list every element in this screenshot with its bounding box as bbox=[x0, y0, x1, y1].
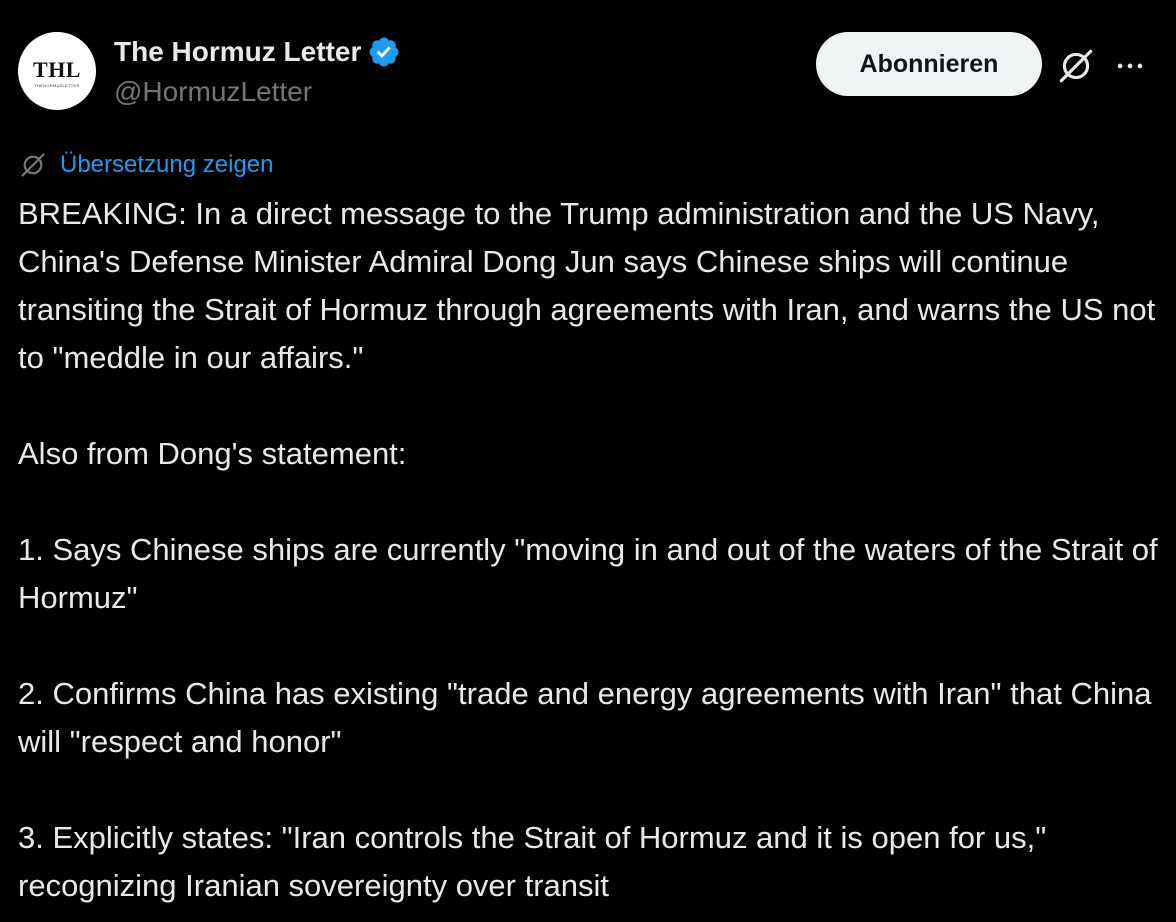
avatar[interactable]: THL THEHORMUZLETTER bbox=[18, 32, 96, 110]
author-handle[interactable]: @HormuzLetter bbox=[114, 72, 401, 112]
show-translation-link[interactable]: Übersetzung zeigen bbox=[18, 148, 273, 182]
avatar-logo-subtext: THEHORMUZLETTER bbox=[34, 82, 80, 88]
tweet-text: BREAKING: In a direct message to the Tru… bbox=[18, 190, 1158, 910]
grok-translate-icon bbox=[18, 150, 48, 180]
avatar-logo-text: THL bbox=[33, 56, 81, 82]
tweet-paragraph: 3. Explicitly states: "Iran controls the… bbox=[18, 820, 1055, 903]
tweet-paragraph: BREAKING: In a direct message to the Tru… bbox=[18, 196, 1164, 375]
tweet-paragraph: 1. Says Chinese ships are currently "mov… bbox=[18, 532, 1167, 615]
grok-icon[interactable] bbox=[1054, 44, 1098, 88]
tweet-paragraph: Also from Dong's statement: bbox=[18, 436, 407, 471]
tweet-paragraph: 2. Confirms China has existing "trade an… bbox=[18, 676, 1161, 759]
author-name-row: The Hormuz Letter bbox=[114, 32, 401, 72]
author-info: The Hormuz Letter @HormuzLetter bbox=[114, 32, 401, 112]
author-display-name[interactable]: The Hormuz Letter bbox=[114, 36, 361, 68]
subscribe-button[interactable]: Abonnieren bbox=[816, 32, 1042, 96]
verified-badge-icon[interactable] bbox=[367, 35, 401, 69]
show-translation-label: Übersetzung zeigen bbox=[60, 151, 274, 178]
tweet-card: THL THEHORMUZLETTER The Hormuz Letter @H… bbox=[0, 0, 1176, 922]
more-icon[interactable] bbox=[1108, 44, 1152, 88]
